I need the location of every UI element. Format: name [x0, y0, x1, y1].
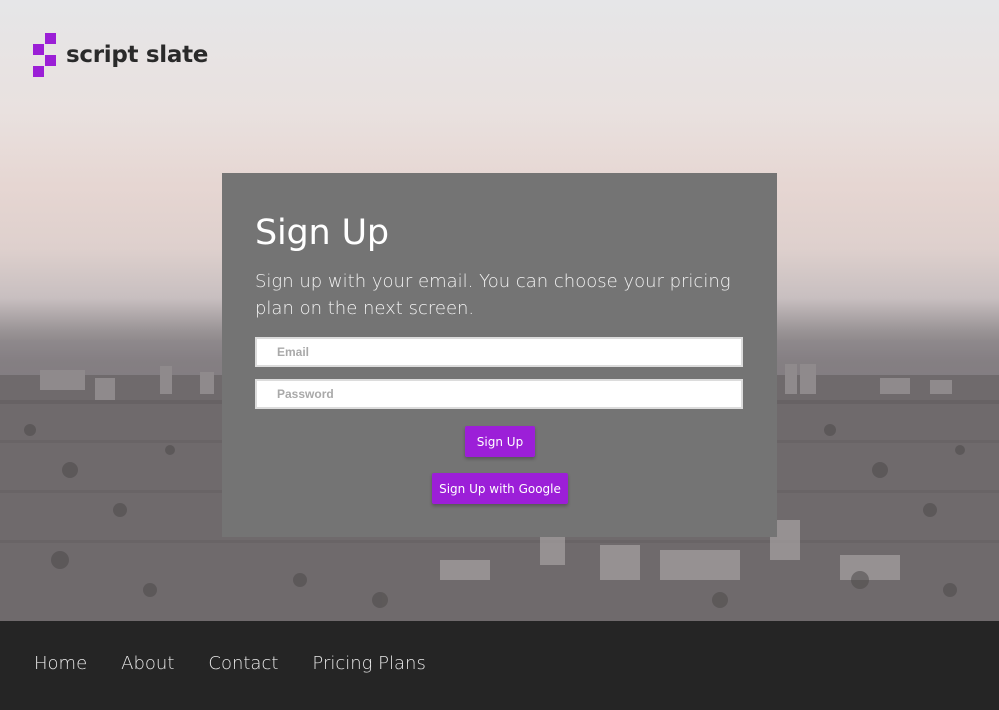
signup-button[interactable]: Sign Up: [465, 426, 535, 457]
footer-nav: Home About Contact Pricing Plans: [34, 653, 460, 674]
footer-link-home[interactable]: Home: [34, 653, 87, 674]
footer: Home About Contact Pricing Plans: [0, 621, 999, 710]
signup-description: Sign up with your email. You can choose …: [255, 271, 731, 319]
signup-card: Sign Up Sign up with your email. You can…: [222, 173, 777, 537]
logo-mark-icon: [33, 33, 57, 77]
password-field[interactable]: [255, 379, 743, 409]
brand-name: script slate: [66, 42, 209, 68]
signup-title: Sign Up: [255, 213, 389, 253]
page: script slate Sign Up Sign up with your e…: [0, 0, 999, 710]
brand-logo[interactable]: script slate: [33, 33, 208, 77]
email-field[interactable]: [255, 337, 743, 367]
footer-link-pricing-plans[interactable]: Pricing Plans: [312, 653, 425, 674]
signup-with-google-button[interactable]: Sign Up with Google: [432, 473, 568, 504]
footer-link-about[interactable]: About: [121, 653, 174, 674]
footer-link-contact[interactable]: Contact: [208, 653, 278, 674]
